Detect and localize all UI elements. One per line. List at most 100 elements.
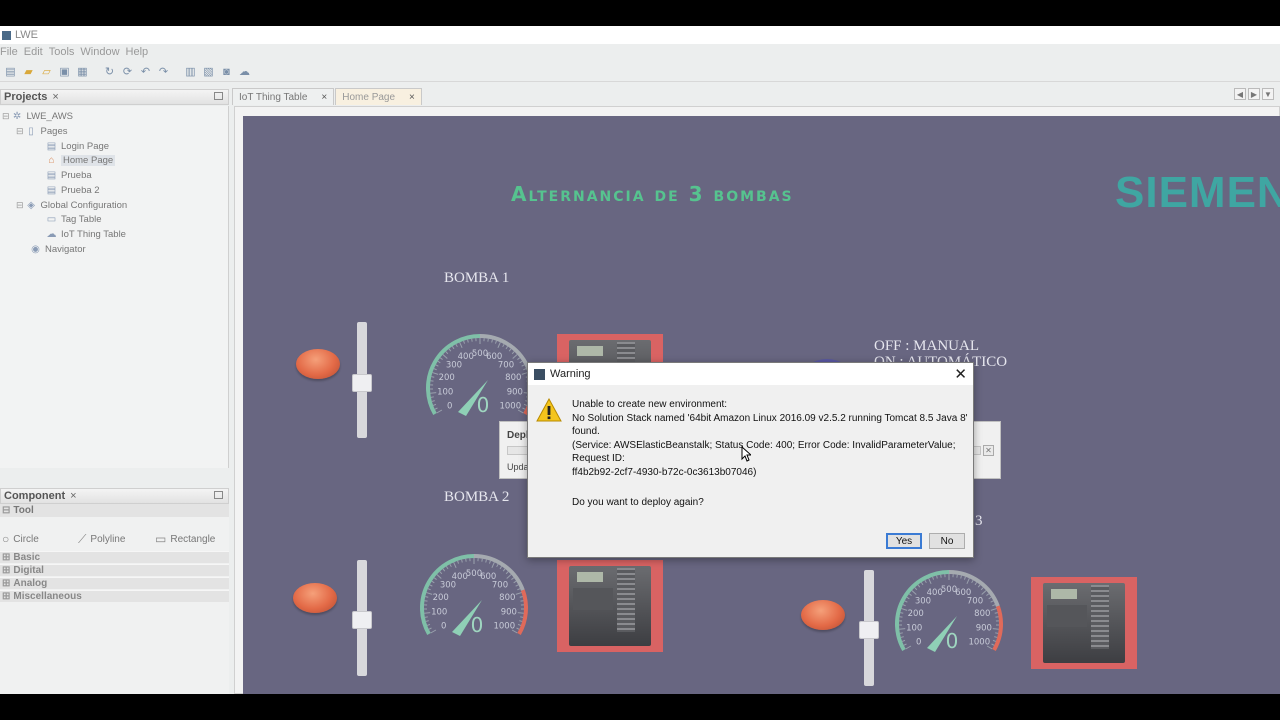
pump-1-slider-thumb[interactable] [352,374,372,392]
gauge-value: 0 [477,393,490,417]
tool-circle[interactable]: ○ Circle [2,532,39,546]
gauge-tick [449,563,452,568]
warning-line-1: Unable to create new environment: [572,399,728,410]
group-digital[interactable]: ⊞ Digital [0,564,229,576]
gauge-tick [519,596,523,598]
gauge-tick-label: 100 [431,608,447,618]
warning-icon [536,398,562,422]
gauge-tick [499,566,503,570]
menu-file[interactable]: File [0,46,18,58]
tree-item-prueba[interactable]: ▤ Prueba [46,168,92,182]
gauge-tick [445,566,449,570]
cancel-icon[interactable]: ✕ [983,445,994,456]
undo-icon[interactable]: ↶ [138,64,153,79]
minimize-icon[interactable] [214,92,223,100]
warning-dialog-titlebar: Warning ✕ [528,363,973,385]
tool-group-header[interactable]: ⊟ Tool [0,504,229,517]
reload-icon[interactable]: ⟳ [120,64,135,79]
gauge-tick [431,376,435,378]
refresh-icon[interactable]: ↻ [102,64,117,79]
tool-polyline[interactable]: ⟋ Polyline [78,532,125,547]
gauge-tick [988,596,992,600]
gauge-tick-label: 0 [441,622,446,632]
gauge-tick [425,620,429,622]
gauge-tick [439,571,443,575]
close-icon[interactable]: × [70,490,76,502]
editor-tabs: IoT Thing Table × Home Page × [232,87,1280,105]
menu-window[interactable]: Window [80,46,119,58]
pump-2-slider-thumb[interactable] [352,611,372,629]
gauge-tick [517,623,522,626]
gauge-tick-label: 800 [499,593,515,603]
cloud-deploy-icon[interactable]: ☁ [237,64,252,79]
gauge-tick [451,346,455,350]
close-icon[interactable]: × [52,91,58,103]
gauge-tick [995,632,999,634]
circle-icon: ○ [2,532,10,546]
gauge-tick [901,639,906,642]
tab-right-icon[interactable]: ▶ [1248,88,1260,100]
pump-1-gauge: 010020030040050060070080090010000 [426,334,534,417]
new-folder-icon[interactable]: ▰ [21,64,36,79]
yes-button[interactable]: Yes [886,533,922,549]
no-button[interactable]: No [929,533,965,549]
new-file-icon[interactable]: ▤ [3,64,18,79]
tree-item-navigator[interactable]: ◉ Navigator [30,242,86,256]
group-analog[interactable]: ⊞ Analog [0,577,229,589]
tab-list-icon[interactable]: ▼ [1262,88,1274,100]
redo-icon[interactable]: ↷ [156,64,171,79]
gauge-tick-label: 0 [916,638,921,648]
menu-edit[interactable]: Edit [24,46,43,58]
tab-iot-thing-table[interactable]: IoT Thing Table × [232,88,335,105]
tree-item-home-page[interactable]: ⌂ Home Page [46,153,116,167]
group-miscellaneous[interactable]: ⊞ Miscellaneous [0,590,229,602]
tree-item-global-configuration[interactable]: ⊟ ◈ Global Configuration [16,198,127,212]
tool-rectangle[interactable]: ▭ Rectangle [155,532,215,546]
warning-line-4: ff4b2b92-2cf7-4930-b72c-0c3613b07046) [572,466,757,478]
close-icon[interactable]: × [321,92,327,103]
tab-home-page[interactable]: Home Page × [335,88,422,105]
tree-item-login-page[interactable]: ▤ Login Page [46,139,109,153]
save-all-icon[interactable]: ▦ [75,64,90,79]
tree-item-pages[interactable]: ⊟ ▯ Pages [16,124,67,138]
minimize-icon[interactable] [214,491,223,499]
close-icon[interactable]: × [409,92,415,103]
open-folder-icon[interactable]: ▱ [39,64,54,79]
gauge-tick [523,368,527,371]
gauge-tick [436,409,443,414]
gauge-tick [430,396,434,398]
gauge-tick [981,590,987,595]
gauge-tick [908,593,912,596]
gauge-tick [494,340,497,344]
group-basic[interactable]: ⊞ Basic [0,551,229,563]
menu-help[interactable]: Help [126,46,149,58]
gauge-tick-label: 100 [906,624,922,634]
save-icon[interactable]: ▣ [57,64,72,79]
tree-item-lwe-aws[interactable]: ⊟ ✲ LWE_AWS [2,109,73,123]
gauge-tick [430,629,437,634]
gauge-tick [899,628,906,630]
tree-item-prueba-2[interactable]: ▤ Prueba 2 [46,183,100,197]
app-logo-icon [534,368,545,380]
gauge-tick [511,351,515,355]
menu-tools[interactable]: Tools [49,46,75,58]
gauge-tick [433,368,437,371]
legend-off-manual: OFF : MANUAL [874,338,980,354]
pump-3-slider-thumb[interactable] [859,621,879,639]
compile-icon[interactable]: ▥ [183,64,198,79]
gauge-tick [899,632,903,634]
simulate-icon[interactable]: ◙ [219,64,234,79]
gauge-tick [463,340,466,344]
gauge-tick [513,580,517,584]
gauge-tick [522,407,526,410]
gauge-tick-label: 1000 [493,622,515,632]
build-icon[interactable]: ▧ [201,64,216,79]
gauge-tick [497,342,501,349]
tab-left-icon[interactable]: ◀ [1234,88,1246,100]
tree-item-tag-table[interactable]: ▭ Tag Table [46,212,102,226]
close-icon[interactable]: ✕ [954,365,967,383]
mouse-cursor-icon [741,446,751,462]
tree-item-iot-thing-table[interactable]: ☁ IoT Thing Table [46,227,126,241]
gauge-tick [427,588,431,591]
projects-panel-title: Projects [4,91,48,103]
